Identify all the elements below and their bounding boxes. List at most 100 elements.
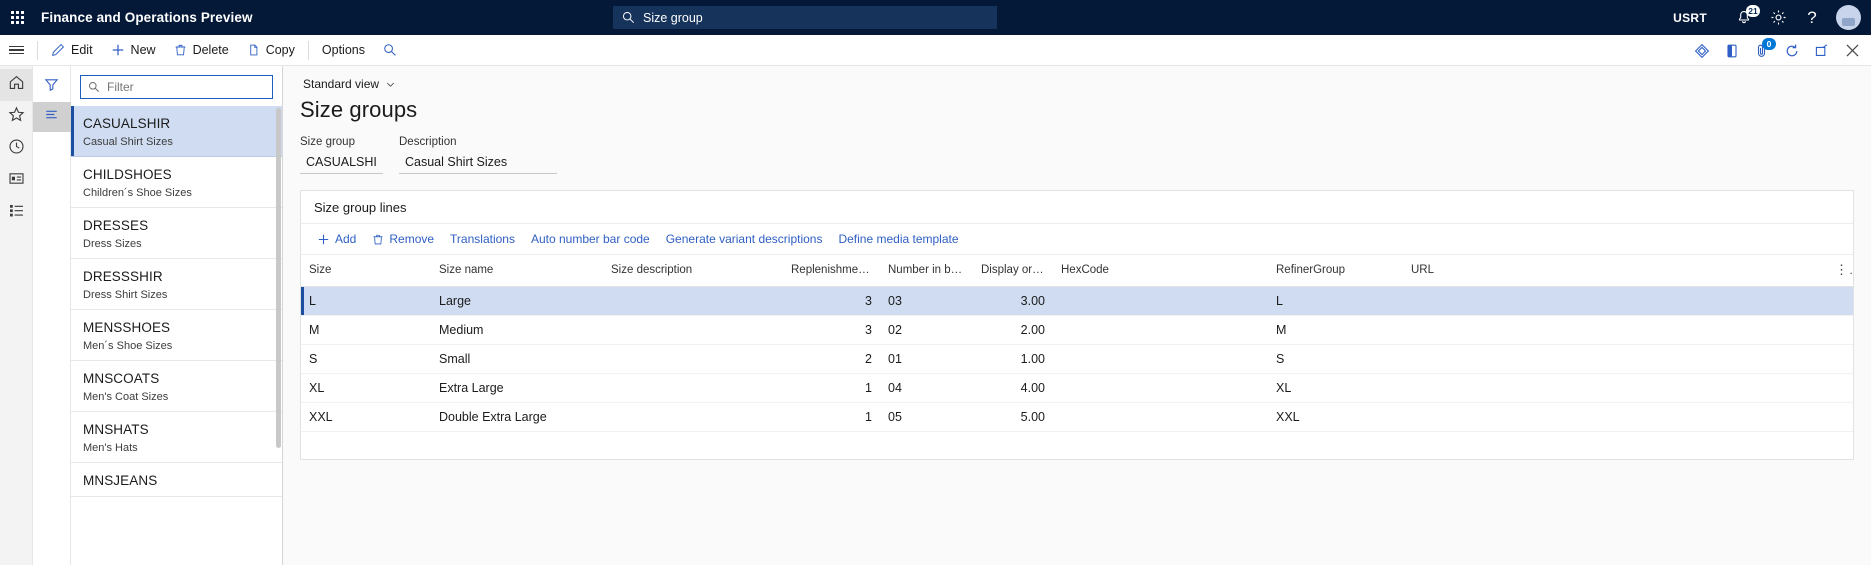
cell-hexcode[interactable] [1053, 345, 1268, 374]
cell-size-name[interactable]: Large [431, 287, 603, 316]
office-app-icon[interactable] [1717, 35, 1747, 66]
refresh-icon[interactable] [1777, 35, 1807, 66]
cell-size[interactable]: XL [301, 374, 431, 403]
cell-number-in-bar[interactable]: 03 [880, 287, 973, 316]
column-options-icon[interactable]: ⋮ [1827, 255, 1853, 287]
app-launcher-icon[interactable] [0, 0, 34, 35]
cell-display-order[interactable]: 2.00 [973, 316, 1053, 345]
bell-icon[interactable]: 21 [1727, 0, 1761, 35]
size-group-input[interactable] [300, 153, 383, 174]
delete-button[interactable]: Delete [165, 35, 238, 66]
global-search-box[interactable]: Size group [613, 6, 997, 29]
cell-url[interactable] [1403, 287, 1827, 316]
cell-size-name[interactable]: Medium [431, 316, 603, 345]
list-filter-box[interactable] [80, 75, 273, 99]
cell-replenishment[interactable]: 3 [783, 287, 880, 316]
cell-display-order[interactable]: 3.00 [973, 287, 1053, 316]
cell-replenishment[interactable]: 1 [783, 403, 880, 432]
list-item[interactable]: DRESSES Dress Sizes [71, 208, 282, 259]
cell-refiner-group[interactable]: XXL [1268, 403, 1403, 432]
add-line-button[interactable]: Add [309, 228, 364, 250]
cell-hexcode[interactable] [1053, 287, 1268, 316]
column-header-number-in-bar[interactable]: Number in bar... [880, 255, 973, 287]
cell-refiner-group[interactable]: S [1268, 345, 1403, 374]
attachments-icon[interactable]: 0 [1747, 35, 1777, 66]
column-header-size-name[interactable]: Size name [431, 255, 603, 287]
rail-modules-button[interactable] [0, 197, 33, 229]
personalize-icon[interactable] [1687, 35, 1717, 66]
rail-home-button[interactable] [0, 69, 33, 101]
list-item[interactable]: MNSJEANS [71, 463, 282, 497]
cell-url[interactable] [1403, 345, 1827, 374]
cell-size-description[interactable] [603, 287, 783, 316]
remove-line-button[interactable]: Remove [364, 228, 442, 250]
cell-number-in-bar[interactable]: 02 [880, 316, 973, 345]
cell-replenishment[interactable]: 1 [783, 374, 880, 403]
list-item[interactable]: DRESSSHIR Dress Shirt Sizes [71, 259, 282, 310]
column-header-refiner-group[interactable]: RefinerGroup [1268, 255, 1403, 287]
cell-url[interactable] [1403, 316, 1827, 345]
copy-button[interactable]: Copy [238, 35, 304, 66]
generate-variant-descriptions-button[interactable]: Generate variant descriptions [658, 228, 831, 250]
description-input[interactable] [399, 153, 557, 174]
column-header-display-order[interactable]: Display order [973, 255, 1053, 287]
list-item[interactable]: MNSCOATS Men's Coat Sizes [71, 361, 282, 412]
list-item[interactable]: MENSSHOES Men´s Shoe Sizes [71, 310, 282, 361]
question-mark-icon[interactable]: ? [1795, 0, 1829, 35]
options-button[interactable]: Options [313, 35, 374, 66]
hamburger-icon[interactable] [0, 35, 33, 66]
column-header-url[interactable]: URL [1403, 255, 1827, 287]
table-row[interactable]: S Small 2 01 1.00 S [301, 345, 1853, 374]
gear-icon[interactable] [1761, 0, 1795, 35]
close-icon[interactable] [1837, 35, 1867, 66]
list-item[interactable]: CHILDSHOES Children´s Shoe Sizes [71, 157, 282, 208]
rail-favorites-button[interactable] [0, 101, 33, 133]
view-selector[interactable]: Standard view [300, 75, 399, 93]
rail-workspaces-button[interactable] [0, 165, 33, 197]
cell-hexcode[interactable] [1053, 403, 1268, 432]
company-indicator[interactable]: USRT [1673, 11, 1707, 25]
translations-button[interactable]: Translations [442, 228, 523, 250]
column-header-size[interactable]: Size [301, 255, 431, 287]
column-header-size-description[interactable]: Size description [603, 255, 783, 287]
list-view-button[interactable] [33, 102, 71, 132]
list-item[interactable]: CASUALSHIR Casual Shirt Sizes [71, 106, 282, 157]
cell-size[interactable]: S [301, 345, 431, 374]
table-row[interactable]: XL Extra Large 1 04 4.00 XL [301, 374, 1853, 403]
cell-size-name[interactable]: Small [431, 345, 603, 374]
cell-size-description[interactable] [603, 316, 783, 345]
cell-hexcode[interactable] [1053, 316, 1268, 345]
cell-display-order[interactable]: 1.00 [973, 345, 1053, 374]
user-avatar[interactable] [1836, 5, 1861, 30]
define-media-template-button[interactable]: Define media template [830, 228, 966, 250]
cell-size-description[interactable] [603, 345, 783, 374]
cell-hexcode[interactable] [1053, 374, 1268, 403]
auto-number-bar-code-button[interactable]: Auto number bar code [523, 228, 658, 250]
cell-refiner-group[interactable]: XL [1268, 374, 1403, 403]
cell-display-order[interactable]: 4.00 [973, 374, 1053, 403]
cell-refiner-group[interactable]: L [1268, 287, 1403, 316]
new-button[interactable]: New [102, 35, 165, 66]
filter-funnel-button[interactable] [33, 72, 71, 102]
edit-button[interactable]: Edit [42, 35, 102, 66]
cell-size[interactable]: L [301, 287, 431, 316]
records-list-scroll[interactable]: CASUALSHIR Casual Shirt Sizes CHILDSHOES… [71, 106, 282, 565]
rail-recent-button[interactable] [0, 133, 33, 165]
table-row[interactable]: L Large 3 03 3.00 L [301, 287, 1853, 316]
cell-size-description[interactable] [603, 403, 783, 432]
open-in-new-window-icon[interactable] [1807, 35, 1837, 66]
table-row[interactable]: XXL Double Extra Large 1 05 5.00 XXL [301, 403, 1853, 432]
column-header-hexcode[interactable]: HexCode [1053, 255, 1268, 287]
cell-number-in-bar[interactable]: 01 [880, 345, 973, 374]
list-filter-input[interactable] [107, 80, 265, 94]
cell-size-description[interactable] [603, 374, 783, 403]
cell-size[interactable]: M [301, 316, 431, 345]
cell-url[interactable] [1403, 403, 1827, 432]
list-item[interactable]: MNSHATS Men's Hats [71, 412, 282, 463]
cell-size[interactable]: XXL [301, 403, 431, 432]
cell-display-order[interactable]: 5.00 [973, 403, 1053, 432]
list-vertical-scrollbar[interactable] [276, 108, 281, 448]
cell-url[interactable] [1403, 374, 1827, 403]
cell-replenishment[interactable]: 3 [783, 316, 880, 345]
cell-number-in-bar[interactable]: 04 [880, 374, 973, 403]
